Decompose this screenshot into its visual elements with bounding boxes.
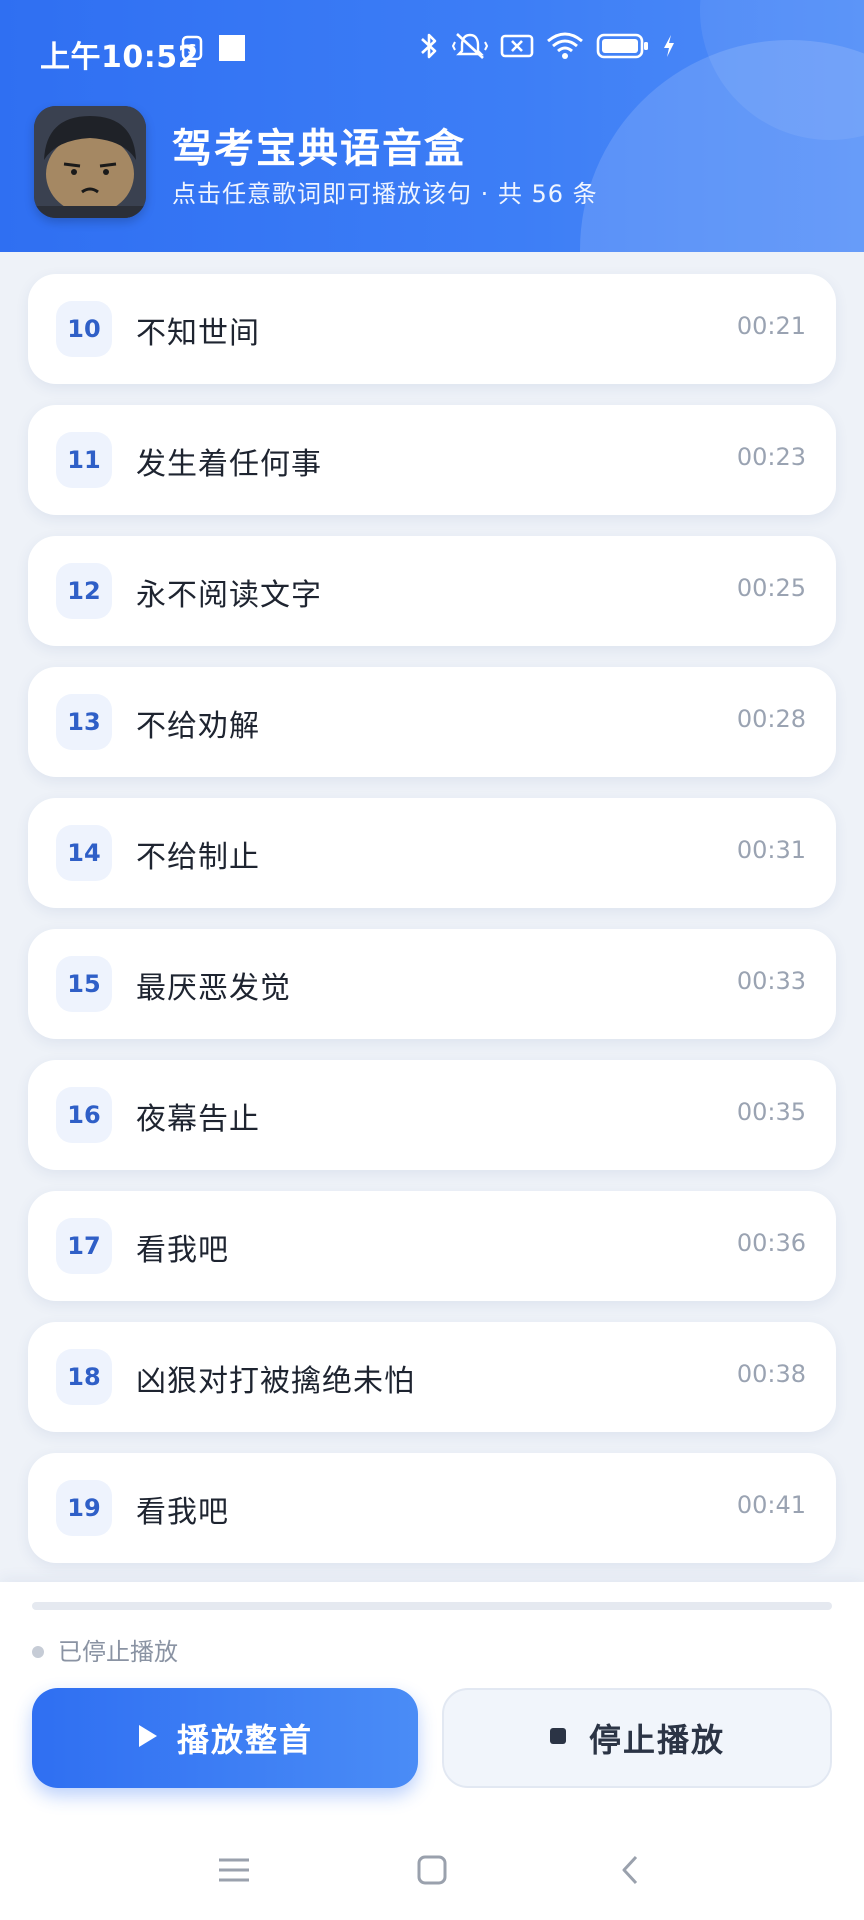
svg-text:S: S bbox=[187, 43, 196, 58]
lyric-number: 12 bbox=[56, 563, 112, 619]
playback-progress-bar[interactable] bbox=[32, 1602, 832, 1610]
lyric-text: 夜幕告止 bbox=[136, 1102, 260, 1137]
lyric-time: 00:28 bbox=[736, 705, 806, 733]
lyric-number: 16 bbox=[56, 1087, 112, 1143]
charging-icon bbox=[662, 34, 676, 58]
lyrics-list[interactable]: 10 不知世间 00:21 11 发生着任何事 00:23 12 永不阅读文字 … bbox=[0, 252, 864, 1582]
lyric-number: 14 bbox=[56, 825, 112, 881]
lyric-time: 00:25 bbox=[736, 574, 806, 602]
system-navbar bbox=[0, 1830, 864, 1920]
lyric-text: 看我吧 bbox=[136, 1233, 229, 1268]
lyric-row[interactable]: 15 最厌恶发觉 00:33 bbox=[28, 929, 836, 1039]
lyric-row[interactable]: 16 夜幕告止 00:35 bbox=[28, 1060, 836, 1170]
lyric-number: 10 bbox=[56, 301, 112, 357]
lyric-time: 00:33 bbox=[736, 967, 806, 995]
lyric-row[interactable]: 17 看我吧 00:36 bbox=[28, 1191, 836, 1301]
lyric-number: 13 bbox=[56, 694, 112, 750]
status-time: 上午10:52 bbox=[40, 40, 199, 75]
lyric-text: 不知世间 bbox=[136, 316, 260, 351]
play-all-label: 播放整首 bbox=[176, 1721, 313, 1759]
lyric-number: 17 bbox=[56, 1218, 112, 1274]
lyric-time: 00:31 bbox=[736, 836, 806, 864]
lyric-number: 19 bbox=[56, 1480, 112, 1536]
lyric-row[interactable]: 13 不给劝解 00:28 bbox=[28, 667, 836, 777]
lyric-number: 18 bbox=[56, 1349, 112, 1405]
menu-icon[interactable] bbox=[194, 1830, 274, 1910]
notification-square-icon bbox=[218, 34, 246, 62]
lyric-text: 不给劝解 bbox=[136, 709, 260, 744]
lyric-text: 看我吧 bbox=[136, 1495, 229, 1530]
play-icon bbox=[137, 1723, 159, 1753]
battery-icon bbox=[596, 32, 650, 60]
bluetooth-icon bbox=[418, 30, 440, 62]
no-sim-icon bbox=[500, 31, 534, 61]
home-icon[interactable] bbox=[392, 1830, 472, 1910]
lyric-time: 00:38 bbox=[736, 1360, 806, 1388]
playback-status: 已停止播放 bbox=[58, 1638, 178, 1666]
lyric-number: 11 bbox=[56, 432, 112, 488]
sim-icon: S bbox=[180, 34, 204, 62]
app-header: 上午10:52 S 驾考宝典语音盒 点击任意歌词即可播放该句 · 共 56 条 bbox=[0, 0, 864, 252]
lyric-time: 00:21 bbox=[736, 312, 806, 340]
back-icon[interactable] bbox=[590, 1830, 670, 1910]
lyric-text: 发生着任何事 bbox=[136, 447, 322, 482]
lyric-time: 00:23 bbox=[736, 443, 806, 471]
lyric-row[interactable]: 10 不知世间 00:21 bbox=[28, 274, 836, 384]
stop-label: 停止播放 bbox=[588, 1721, 725, 1759]
status-indicator-dot bbox=[32, 1646, 44, 1658]
app-subtitle: 点击任意歌词即可播放该句 · 共 56 条 bbox=[172, 180, 598, 208]
mute-vibrate-icon bbox=[452, 30, 488, 62]
lyric-row[interactable]: 19 看我吧 00:41 bbox=[28, 1453, 836, 1563]
app-title: 驾考宝典语音盒 bbox=[172, 126, 466, 172]
lyric-text: 永不阅读文字 bbox=[136, 578, 322, 613]
stop-icon bbox=[549, 1727, 567, 1749]
lyric-row[interactable]: 12 永不阅读文字 00:25 bbox=[28, 536, 836, 646]
lyric-row[interactable]: 14 不给制止 00:31 bbox=[28, 798, 836, 908]
lyric-time: 00:36 bbox=[736, 1229, 806, 1257]
lyric-row[interactable]: 11 发生着任何事 00:23 bbox=[28, 405, 836, 515]
lyric-time: 00:41 bbox=[736, 1491, 806, 1519]
lyric-number: 15 bbox=[56, 956, 112, 1012]
lyric-text: 不给制止 bbox=[136, 840, 260, 875]
lyric-text: 最厌恶发觉 bbox=[136, 971, 291, 1006]
play-all-button[interactable]: 播放整首 bbox=[32, 1688, 418, 1788]
app-avatar bbox=[34, 106, 146, 218]
wifi-icon bbox=[546, 31, 584, 61]
lyric-text: 凶狠对打被擒绝未怕 bbox=[136, 1364, 415, 1399]
lyric-time: 00:35 bbox=[736, 1098, 806, 1126]
lyric-row[interactable]: 18 凶狠对打被擒绝未怕 00:38 bbox=[28, 1322, 836, 1432]
stop-button[interactable]: 停止播放 bbox=[442, 1688, 832, 1788]
status-bar: 上午10:52 S bbox=[0, 0, 864, 100]
